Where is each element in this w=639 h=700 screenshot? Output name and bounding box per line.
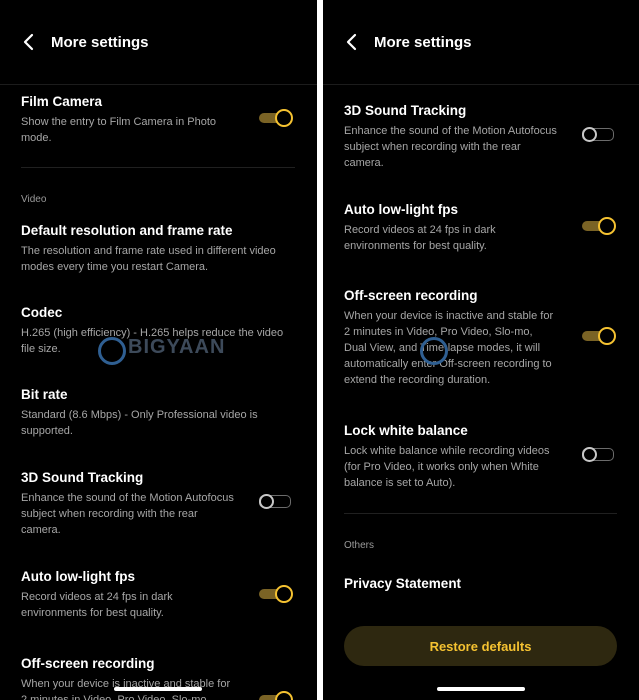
setting-title: Default resolution and frame rate bbox=[21, 223, 233, 238]
setting-auto-low-light-fps[interactable]: Auto low-light fps Record videos at 24 f… bbox=[21, 568, 297, 621]
page-title: More settings bbox=[51, 34, 149, 51]
restore-defaults-button[interactable]: Restore defaults bbox=[344, 626, 617, 666]
setting-bit-rate[interactable]: Bit rate Standard (8.6 Mbps) - Only Prof… bbox=[21, 386, 297, 439]
privacy-statement-link[interactable]: Privacy Statement bbox=[344, 576, 461, 591]
setting-title: Auto low-light fps bbox=[21, 569, 135, 584]
setting-film-camera[interactable]: Film Camera Show the entry to Film Camer… bbox=[21, 93, 297, 146]
setting-lock-white-balance[interactable]: Lock white balance Lock white balance wh… bbox=[344, 422, 619, 491]
setting-title: Off-screen recording bbox=[21, 656, 155, 671]
setting-off-screen-recording[interactable]: Off-screen recording When your device is… bbox=[21, 655, 297, 700]
film-camera-toggle[interactable] bbox=[257, 108, 293, 128]
setting-description: When your device is inactive and stable … bbox=[344, 310, 554, 386]
page-title: More settings bbox=[374, 34, 472, 51]
setting-description: Record videos at 24 fps in dark environm… bbox=[344, 224, 496, 252]
home-indicator[interactable] bbox=[114, 687, 202, 691]
home-indicator[interactable] bbox=[437, 687, 525, 691]
off-screen-recording-toggle[interactable] bbox=[580, 326, 616, 346]
setting-description: Enhance the sound of the Motion Autofocu… bbox=[344, 125, 557, 169]
setting-description: Show the entry to Film Camera in Photo m… bbox=[21, 116, 217, 144]
section-header-others: Others bbox=[344, 540, 375, 551]
auto-low-light-fps-toggle[interactable] bbox=[257, 584, 293, 604]
3d-sound-tracking-toggle[interactable] bbox=[580, 125, 616, 145]
setting-title: Auto low-light fps bbox=[344, 202, 458, 217]
watermark-logo-icon bbox=[98, 337, 126, 365]
setting-3d-sound-tracking[interactable]: 3D Sound Tracking Enhance the sound of t… bbox=[21, 469, 297, 538]
divider bbox=[344, 513, 617, 514]
setting-title: 3D Sound Tracking bbox=[344, 103, 467, 118]
left-screen: More settings Film Camera Show the entry… bbox=[0, 0, 317, 700]
setting-title: 3D Sound Tracking bbox=[21, 470, 144, 485]
auto-low-light-fps-toggle[interactable] bbox=[580, 216, 616, 236]
setting-title: Film Camera bbox=[21, 94, 103, 109]
setting-title: Codec bbox=[21, 305, 63, 320]
top-bar: More settings bbox=[323, 0, 639, 85]
setting-auto-low-light-fps[interactable]: Auto low-light fps Record videos at 24 f… bbox=[344, 201, 619, 254]
back-arrow-icon[interactable] bbox=[20, 31, 38, 53]
setting-default-resolution[interactable]: Default resolution and frame rate The re… bbox=[21, 222, 297, 275]
setting-title: Lock white balance bbox=[344, 423, 468, 438]
setting-title: Bit rate bbox=[21, 387, 68, 402]
back-arrow-icon[interactable] bbox=[343, 31, 361, 53]
section-header-video: Video bbox=[21, 194, 47, 205]
divider bbox=[21, 167, 295, 168]
setting-description: The resolution and frame rate used in di… bbox=[21, 245, 276, 273]
off-screen-recording-toggle[interactable] bbox=[257, 690, 293, 700]
setting-description: Enhance the sound of the Motion Autofocu… bbox=[21, 492, 234, 536]
3d-sound-tracking-toggle[interactable] bbox=[257, 492, 293, 512]
setting-off-screen-recording[interactable]: Off-screen recording When your device is… bbox=[344, 287, 619, 388]
right-screen: More settings 3D Sound Tracking Enhance … bbox=[323, 0, 639, 700]
setting-description: Record videos at 24 fps in dark environm… bbox=[21, 591, 173, 619]
watermark-text: BIGYAAN bbox=[128, 336, 226, 358]
top-bar: More settings bbox=[0, 0, 317, 85]
setting-description: Lock white balance while recording video… bbox=[344, 445, 550, 489]
lock-white-balance-toggle[interactable] bbox=[580, 445, 616, 465]
setting-3d-sound-tracking[interactable]: 3D Sound Tracking Enhance the sound of t… bbox=[344, 102, 619, 171]
setting-title: Off-screen recording bbox=[344, 288, 478, 303]
watermark-logo-icon bbox=[420, 337, 448, 365]
setting-description: Standard (8.6 Mbps) - Only Professional … bbox=[21, 409, 258, 437]
